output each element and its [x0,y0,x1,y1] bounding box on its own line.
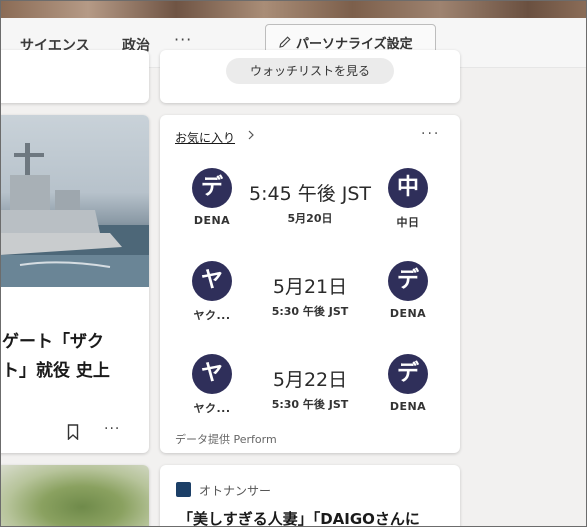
left-top-card [0,50,149,103]
watchlist-card: ウォッチリストを見る [160,50,460,103]
team-logo: ヤ [192,261,232,301]
source-logo-icon [176,482,191,497]
personalize-label: パーソナライズ設定 [296,36,413,52]
article-title-line2: ト」就役 史上 [2,361,110,381]
article-image [0,115,149,287]
nav-more-button[interactable]: ··· [174,30,192,49]
match-main-text: 5:45 午後 JST [248,183,372,205]
news-title[interactable]: 「美しすぎる人妻」「DAIGOさんに [178,508,420,527]
article-more-button[interactable]: ··· [104,421,120,437]
team-yakult[interactable]: ヤ ヤク... [182,354,242,416]
chevron-right-icon[interactable] [247,129,255,141]
team-dena[interactable]: デ DENA [378,354,438,413]
team-abbr: DENA [389,307,427,320]
team-abbr: ヤク... [193,402,231,415]
team-logo: デ [388,261,428,301]
match-sub-text: 5:30 午後 JST [271,398,349,411]
team-logo: デ [388,354,428,394]
article-image [0,465,149,527]
background-photo-strip [0,0,587,18]
favorites-more-button[interactable]: ··· [421,126,440,142]
team-yakult[interactable]: ヤ ヤク... [182,261,242,323]
team-chunichi[interactable]: 中 中日 [378,168,438,230]
pencil-icon [279,36,291,48]
article-title-line1: ゲート「ザク [2,332,104,352]
news-source: オトナンサー [199,484,272,498]
team-logo: デ [192,168,232,208]
team-dena[interactable]: デ DENA [182,168,242,227]
watchlist-button[interactable]: ウォッチリストを見る [226,58,394,84]
match-sub-text: 5:30 午後 JST [271,305,349,318]
match-main-text: 5月22日 [272,369,348,391]
team-dena[interactable]: デ DENA [378,261,438,320]
match-main-text: 5月21日 [272,276,348,298]
match-info[interactable]: 5月21日 5:30 午後 JST [240,272,380,319]
bookmark-icon[interactable] [67,424,79,440]
team-abbr: 中日 [396,216,420,229]
match-sub-text: 5月20日 [287,212,333,225]
team-logo: ヤ [192,354,232,394]
match-info[interactable]: 5月22日 5:30 午後 JST [240,365,380,412]
warship-image [0,143,149,287]
news-card[interactable]: オトナンサー 「美しすぎる人妻」「DAIGOさんに [160,465,460,527]
team-abbr: DENA [193,214,231,227]
data-provider-label: データ提供 Perform [175,433,277,446]
team-abbr: DENA [389,400,427,413]
bottom-left-card[interactable] [0,465,149,527]
match-info[interactable]: 5:45 午後 JST 5月20日 [240,179,380,226]
article-title[interactable]: ゲート「ザク ト」就役 史上 [2,328,149,386]
favorites-card: お気に入り ··· デ DENA 5:45 午後 JST 5月20日 中 中日 … [160,115,460,453]
favorites-header-link[interactable]: お気に入り [175,129,235,146]
team-abbr: ヤク... [193,309,231,322]
article-card[interactable]: ゲート「ザク ト」就役 史上 ··· [0,115,149,453]
team-logo: 中 [388,168,428,208]
